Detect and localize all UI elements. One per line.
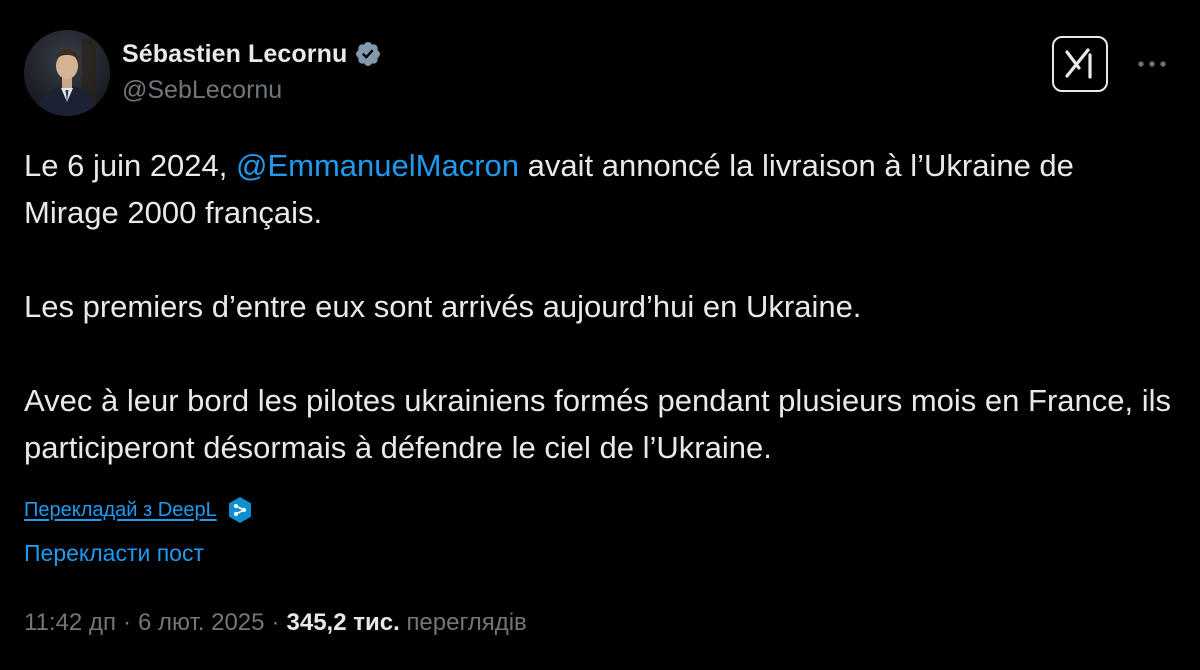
verified-badge-icon[interactable] (354, 40, 382, 68)
mention-link[interactable]: @EmmanuelMacron (236, 148, 519, 183)
tweet-date[interactable]: 6 лют. 2025 (138, 609, 265, 636)
meta-separator: · (271, 609, 280, 636)
tweet-paragraph-3: Avec à leur bord les pilotes ukrainiens … (24, 383, 1171, 465)
tweet-header: Sébastien Lecornu @SebLecornu (24, 30, 1176, 116)
deepl-icon[interactable] (227, 496, 253, 524)
more-dots-icon (1138, 61, 1166, 67)
user-info: Sébastien Lecornu @SebLecornu (122, 36, 382, 105)
avatar-photo (24, 30, 110, 116)
display-name[interactable]: Sébastien Lecornu (122, 40, 347, 69)
deepl-translate-row: Перекладай з DeepL (24, 494, 253, 526)
display-name-row: Sébastien Lecornu (122, 36, 382, 72)
tweet-time[interactable]: 11:42 дп (24, 609, 116, 636)
tweet-meta: 11:42 дп · 6 лют. 2025 · 345,2 тис. перегляд… (24, 609, 527, 637)
more-options-button[interactable] (1134, 52, 1170, 76)
translate-post-link[interactable]: Перекласти пост (24, 540, 204, 567)
deepl-translate-link[interactable]: Перекладай з DeepL (24, 499, 217, 522)
tweet-paragraph-1: Le 6 juin 2024, @EmmanuelMacron avait an… (24, 142, 1174, 236)
grok-icon (1065, 48, 1092, 79)
meta-separator: · (122, 609, 131, 636)
tweet-text: Le 6 juin 2024, @EmmanuelMacron avait an… (24, 142, 1174, 471)
tweet-paragraph-2: Les premiers d’entre eux sont arrivés au… (24, 289, 862, 324)
views-count: 345,2 тис. (286, 609, 400, 636)
grok-button[interactable] (1052, 36, 1108, 92)
tweet-text-segment: Le 6 juin 2024, (24, 148, 237, 183)
avatar[interactable] (24, 30, 110, 116)
user-handle[interactable]: @SebLecornu (122, 76, 382, 105)
views-label: переглядів (406, 609, 527, 636)
